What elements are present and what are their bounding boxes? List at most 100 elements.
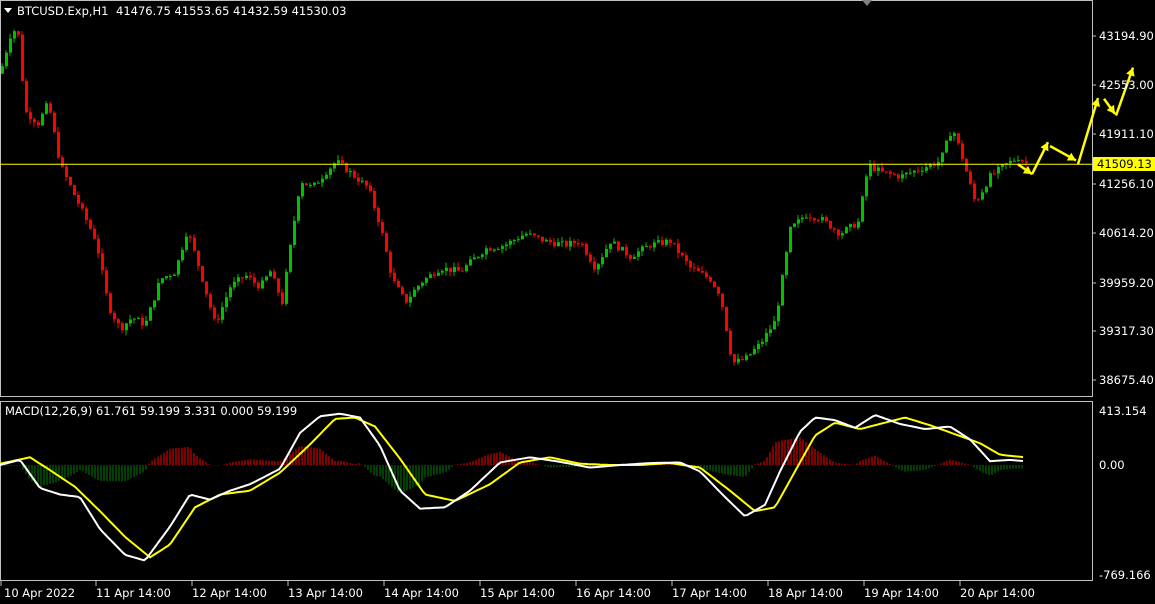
candle-body bbox=[637, 251, 640, 257]
candle-body bbox=[805, 217, 808, 219]
candle-body bbox=[485, 248, 488, 255]
candle-body bbox=[369, 185, 372, 192]
candle-body bbox=[457, 267, 460, 271]
candle-body bbox=[441, 270, 444, 273]
price-label: 43194.90 bbox=[1099, 29, 1154, 43]
candle-body bbox=[869, 164, 872, 177]
candle-body bbox=[537, 235, 540, 237]
candle-body bbox=[229, 287, 232, 298]
candle-body bbox=[653, 242, 656, 248]
period-marker-icon bbox=[862, 0, 872, 6]
candle-body bbox=[269, 271, 272, 277]
candle-body bbox=[357, 177, 360, 182]
candle-body bbox=[825, 217, 828, 222]
candle-body bbox=[509, 240, 512, 245]
candle-body bbox=[685, 255, 688, 262]
candle-body bbox=[349, 171, 352, 173]
candle-body bbox=[897, 174, 900, 179]
candle-body bbox=[665, 239, 668, 245]
candle-body bbox=[597, 264, 600, 270]
candle-body bbox=[489, 248, 492, 251]
candle-body bbox=[177, 260, 180, 275]
candle-body bbox=[609, 243, 612, 249]
candle-body bbox=[425, 277, 428, 283]
candle-body bbox=[913, 170, 916, 173]
candle-body bbox=[909, 172, 912, 174]
candle-body bbox=[925, 167, 928, 171]
candle-body bbox=[225, 297, 228, 308]
price-label: 42553.00 bbox=[1099, 78, 1154, 92]
candle-body bbox=[945, 140, 948, 153]
candle-body bbox=[381, 222, 384, 234]
main-pane-border bbox=[0, 0, 1093, 397]
price-label: 41256.10 bbox=[1099, 177, 1154, 191]
candle-body bbox=[169, 275, 172, 277]
candle-body bbox=[541, 236, 544, 242]
candle-body bbox=[761, 341, 764, 344]
candle-body bbox=[713, 281, 716, 288]
candle-body bbox=[985, 186, 988, 193]
candle-body bbox=[769, 329, 772, 334]
candle-body bbox=[45, 103, 48, 114]
candle-body bbox=[745, 355, 748, 360]
candle-body bbox=[781, 275, 784, 306]
candle-body bbox=[253, 277, 256, 283]
candle-body bbox=[473, 257, 476, 260]
time-label: 19 Apr 14:00 bbox=[864, 586, 939, 600]
candle-body bbox=[557, 242, 560, 247]
symbol-menu-icon[interactable] bbox=[4, 8, 12, 13]
candle-body bbox=[837, 229, 840, 236]
candle-body bbox=[305, 183, 308, 186]
candle-body bbox=[577, 243, 580, 245]
candle-body bbox=[137, 318, 140, 320]
candle-body bbox=[477, 256, 480, 258]
candle-body bbox=[629, 255, 632, 259]
candle-body bbox=[601, 257, 604, 265]
candle-body bbox=[293, 220, 296, 245]
candle-body bbox=[373, 191, 376, 208]
candle-body bbox=[85, 208, 88, 221]
price-label: 41911.10 bbox=[1099, 127, 1154, 141]
candle-body bbox=[185, 236, 188, 250]
candle-body bbox=[1009, 160, 1012, 164]
candle-body bbox=[249, 275, 252, 278]
candle-body bbox=[989, 173, 992, 187]
candle-body bbox=[393, 272, 396, 281]
candle-body bbox=[797, 219, 800, 224]
candle-body bbox=[613, 241, 616, 244]
candle-body bbox=[301, 183, 304, 197]
candle-body bbox=[153, 300, 156, 308]
candle-body bbox=[281, 292, 284, 304]
candle-body bbox=[329, 168, 332, 175]
candle-body bbox=[461, 270, 464, 272]
candle-body bbox=[417, 285, 420, 290]
candle-body bbox=[13, 31, 16, 39]
current-price-label: 41509.13 bbox=[1097, 157, 1152, 171]
candle-body bbox=[353, 171, 356, 178]
candle-body bbox=[773, 321, 776, 330]
candle-body bbox=[905, 172, 908, 175]
candle-body bbox=[993, 173, 996, 175]
candle-body bbox=[201, 266, 204, 282]
candle-body bbox=[81, 203, 84, 209]
candle-body bbox=[17, 31, 20, 35]
candle-body bbox=[445, 267, 448, 271]
candle-body bbox=[861, 196, 864, 222]
candle-body bbox=[133, 318, 136, 320]
candle-body bbox=[649, 246, 652, 248]
candle-body bbox=[401, 287, 404, 295]
candle-body bbox=[521, 235, 524, 240]
price-axis: 43194.90 42553.00 41911.10 41256.10 4061… bbox=[1092, 29, 1154, 387]
macd-header: MACD(12,26,9) 61.761 59.199 3.331 0.000 … bbox=[5, 404, 297, 418]
candle-body bbox=[493, 249, 496, 251]
candle-body bbox=[889, 171, 892, 174]
candle-body bbox=[49, 103, 52, 113]
candle-body bbox=[497, 248, 500, 250]
candle-body bbox=[501, 246, 504, 249]
candle-body bbox=[645, 246, 648, 248]
candle-body bbox=[753, 349, 756, 355]
candle-body bbox=[569, 240, 572, 247]
candle-body bbox=[697, 268, 700, 272]
candle-body bbox=[841, 233, 844, 236]
candle-body bbox=[877, 167, 880, 172]
